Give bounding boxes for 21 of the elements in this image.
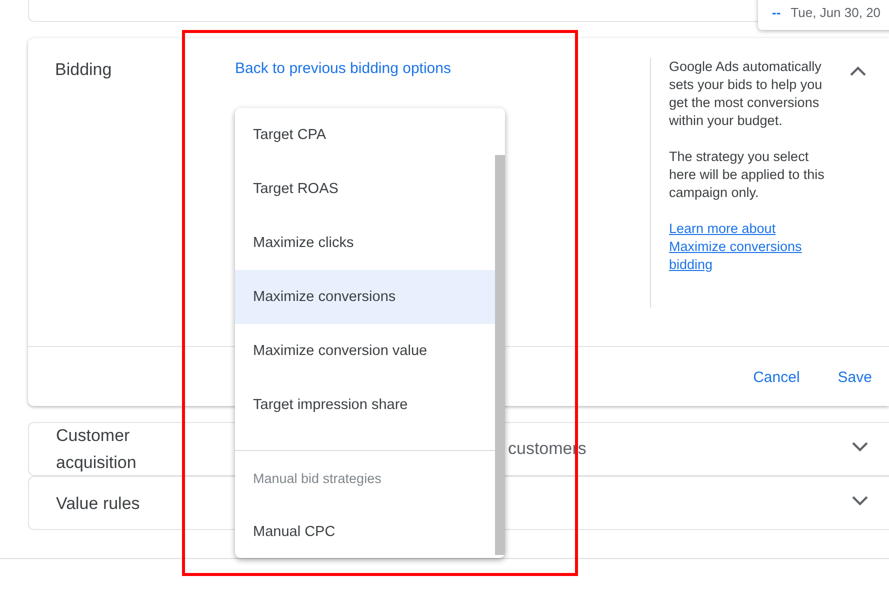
menu-option[interactable]: Maximize conversions	[235, 270, 495, 324]
menu-option[interactable]: Manual CPC	[235, 505, 495, 558]
menu-option[interactable]: Maximize clicks	[235, 216, 495, 270]
text-button[interactable]: Save	[838, 365, 872, 390]
help-text: The strategy you select here will be applied to this campaign only.	[669, 148, 826, 202]
section-title: Customer acquisition	[56, 425, 138, 474]
back-link[interactable]: Back to previous bidding options	[235, 60, 451, 77]
date-text: Tue, Jun 30, 20	[790, 4, 881, 20]
menu-option[interactable]: Maximize conversion value	[235, 324, 495, 378]
menu-option[interactable]: Target CPA	[235, 108, 495, 162]
learn-more-link[interactable]: Learn more about Maximize conversions bidding	[669, 220, 829, 274]
menu-option[interactable]: Target ROAS	[235, 162, 495, 216]
scrollbar-thumb[interactable]	[495, 155, 505, 555]
legend-marker: --	[772, 4, 781, 20]
expand-chevron-icon[interactable]	[851, 495, 869, 507]
section-title: Bidding	[55, 60, 112, 79]
text-button[interactable]: Cancel	[753, 365, 800, 390]
section-title: Value rules	[56, 492, 141, 514]
collapse-chevron-icon[interactable]	[849, 65, 867, 77]
expand-chevron-icon[interactable]	[851, 441, 869, 453]
help-text: Google Ads automatically sets your bids to help you get the most conversions within your budget.	[669, 58, 824, 130]
